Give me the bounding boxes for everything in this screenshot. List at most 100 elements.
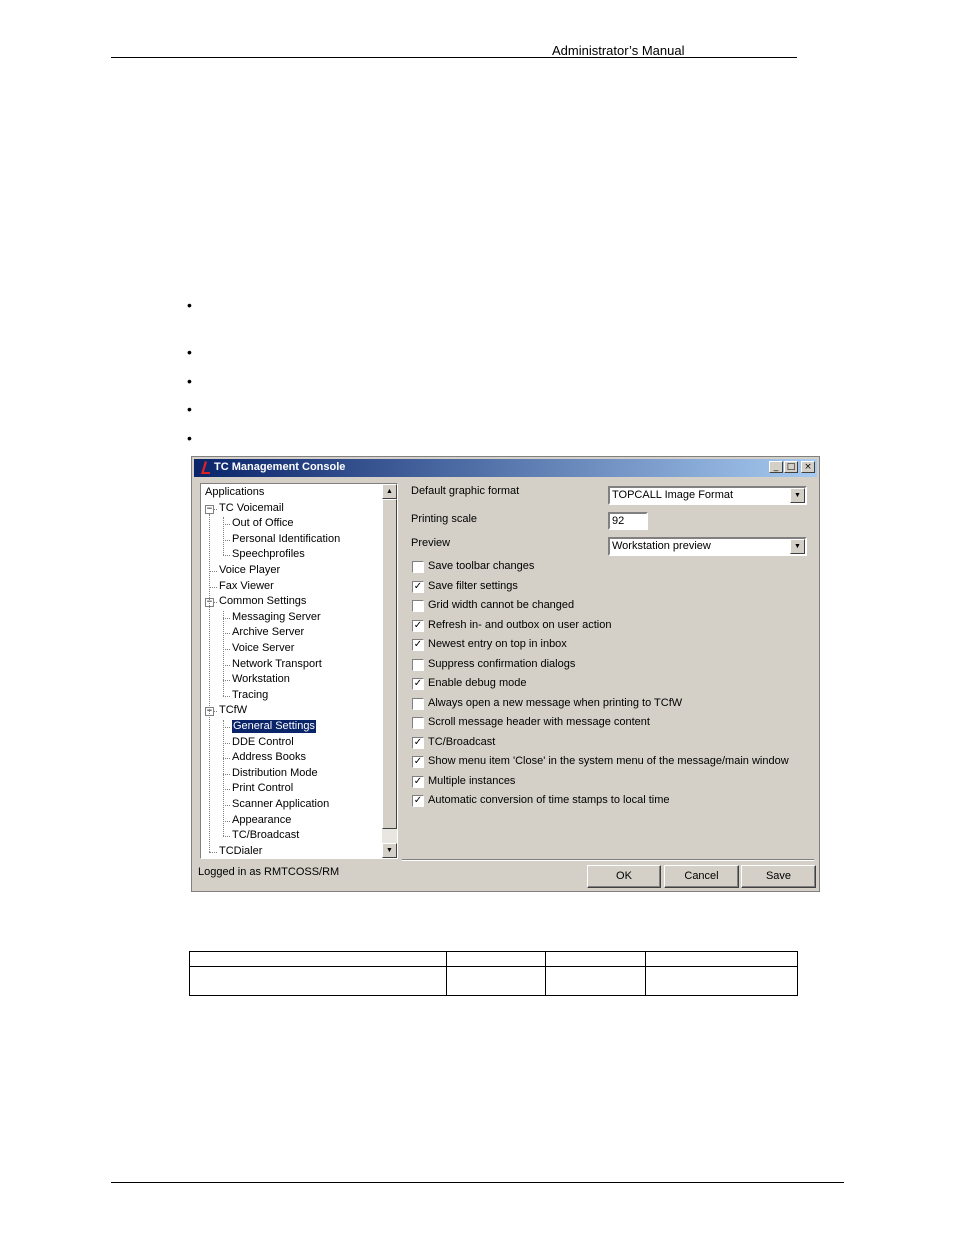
- tree-item[interactable]: Out of Office: [232, 517, 294, 530]
- tree-item[interactable]: Messaging Server: [232, 611, 321, 624]
- tree-item[interactable]: Voice Player: [219, 564, 280, 577]
- save-button[interactable]: Save: [741, 865, 816, 888]
- cancel-button[interactable]: Cancel: [664, 865, 739, 888]
- preview-select[interactable]: Workstation preview ▼: [608, 537, 807, 556]
- graphic-format-value: TOPCALL Image Format: [612, 489, 734, 501]
- checkbox-label[interactable]: Always open a new message when printing …: [428, 697, 682, 709]
- tree-connector: [223, 727, 230, 728]
- chevron-down-icon[interactable]: ▼: [790, 488, 805, 503]
- checkbox-label[interactable]: Multiple instances: [428, 775, 515, 787]
- checkbox-label[interactable]: Enable debug mode: [428, 677, 526, 689]
- tree-item[interactable]: Network Transport: [232, 658, 322, 671]
- checkbox-label[interactable]: Grid width cannot be changed: [428, 599, 574, 611]
- checkbox-label[interactable]: Show menu item 'Close' in the system men…: [428, 755, 789, 767]
- table-cell: [545, 951, 646, 967]
- tree-connector: [223, 649, 230, 650]
- scroll-down-button[interactable]: ▼: [382, 843, 397, 858]
- checkbox[interactable]: ✓: [412, 639, 424, 651]
- tree-item[interactable]: Voice Server: [232, 642, 294, 655]
- checkbox-label[interactable]: Suppress confirmation dialogs: [428, 658, 575, 670]
- table-cell: [189, 966, 447, 996]
- checkbox[interactable]: ✓: [412, 736, 424, 749]
- footer-divider: [111, 1182, 844, 1183]
- tree-item[interactable]: Appearance: [232, 814, 291, 827]
- tree-scrollbar[interactable]: ▲ ▼: [382, 484, 397, 858]
- checkbox[interactable]: ✓: [412, 756, 424, 768]
- tc-management-console-window: TC Management Console _ □ × ▲ ▼ Applicat…: [191, 456, 820, 892]
- tree-item[interactable]: Speechprofiles: [232, 548, 305, 561]
- checkbox-label[interactable]: Save filter settings: [428, 580, 518, 592]
- preview-value: Workstation preview: [612, 540, 711, 552]
- tree-item[interactable]: Scanner Application: [232, 798, 329, 811]
- tree-connector: [209, 586, 217, 588]
- checkbox-label[interactable]: Automatic conversion of time stamps to l…: [428, 794, 669, 806]
- checkbox[interactable]: [412, 658, 424, 671]
- bullet-4: •: [187, 401, 192, 417]
- tree-item[interactable]: Common Settings: [219, 595, 306, 608]
- tree-item[interactable]: Address Books: [232, 751, 306, 764]
- bullet-3: •: [187, 373, 192, 389]
- tree-item[interactable]: TCDialer: [219, 845, 262, 858]
- tree-connector: [223, 758, 230, 760]
- collapse-icon[interactable]: −: [205, 504, 214, 514]
- tree-connector: [223, 789, 230, 791]
- tree-item[interactable]: TCfW: [219, 704, 247, 717]
- panel-separator: [402, 859, 814, 861]
- checkbox[interactable]: ✓: [412, 775, 424, 788]
- window-titlebar[interactable]: TC Management Console _ □ ×: [194, 459, 817, 477]
- tree-connector: [223, 773, 230, 775]
- tree-item[interactable]: Archive Server: [232, 626, 304, 639]
- tree-connector: [223, 820, 230, 822]
- tree-connector: [223, 836, 230, 838]
- table-cell: [545, 966, 646, 996]
- checkbox-label[interactable]: Scroll message header with message conte…: [428, 716, 650, 728]
- close-button[interactable]: ×: [801, 461, 815, 473]
- scroll-up-button[interactable]: ▲: [382, 484, 397, 499]
- checkbox[interactable]: [412, 561, 424, 573]
- printing-scale-input[interactable]: 92: [608, 512, 648, 530]
- tree-connector: [223, 695, 230, 697]
- settings-tree[interactable]: ▲ ▼ Applications TC Voicemail − Out of Offi…: [200, 483, 398, 859]
- tree-item[interactable]: TC Voicemail: [219, 502, 284, 515]
- tree-connector: [223, 517, 224, 556]
- ok-button[interactable]: OK: [587, 865, 661, 888]
- tree-connector: [223, 617, 230, 619]
- tree-item[interactable]: Print Control: [232, 782, 293, 795]
- checkbox[interactable]: [412, 717, 424, 729]
- login-status: Logged in as RMTCOSS/RM: [198, 866, 340, 878]
- checkbox[interactable]: ✓: [412, 619, 424, 632]
- checkbox[interactable]: ✓: [412, 795, 424, 807]
- tree-item[interactable]: DDE Control: [232, 736, 294, 749]
- tree-item[interactable]: General Settings: [231, 719, 317, 734]
- checkbox[interactable]: [412, 697, 424, 710]
- tree-connector: [223, 610, 224, 696]
- table-cell: [189, 951, 447, 967]
- chevron-down-icon[interactable]: ▼: [790, 539, 805, 554]
- table-cell: [645, 951, 798, 967]
- tree-item[interactable]: TC/Broadcast: [232, 829, 299, 842]
- minimize-button[interactable]: _: [769, 461, 783, 473]
- checkbox[interactable]: ✓: [412, 580, 424, 593]
- graphic-format-select[interactable]: TOPCALL Image Format ▼: [608, 486, 807, 505]
- checkbox-label[interactable]: Refresh in- and outbox on user action: [428, 619, 611, 631]
- tree-item[interactable]: Personal Identification: [232, 533, 340, 546]
- tree-item[interactable]: Tracing: [232, 689, 268, 702]
- tree-item[interactable]: Distribution Mode: [232, 767, 318, 780]
- checkbox[interactable]: [412, 600, 424, 612]
- maximize-button[interactable]: □: [784, 461, 798, 473]
- tree-item[interactable]: Fax Viewer: [219, 580, 274, 593]
- bullet-2: •: [187, 344, 192, 360]
- graphic-format-label: Default graphic format: [411, 485, 520, 497]
- scroll-thumb[interactable]: [382, 499, 397, 829]
- checkbox-label[interactable]: TC/Broadcast: [428, 736, 495, 748]
- checkbox[interactable]: ✓: [412, 678, 424, 690]
- tree-connector: [223, 524, 230, 526]
- tree-item[interactable]: Applications: [205, 486, 264, 499]
- tree-connector: [223, 539, 230, 541]
- checkbox-label[interactable]: Newest entry on top in inbox: [428, 638, 567, 650]
- page-header-title: Administrator’s Manual: [552, 43, 685, 58]
- tree-item[interactable]: Workstation: [232, 673, 290, 686]
- checkbox-label[interactable]: Save toolbar changes: [428, 560, 534, 572]
- preview-label: Preview: [411, 537, 451, 549]
- table-cell: [645, 966, 798, 996]
